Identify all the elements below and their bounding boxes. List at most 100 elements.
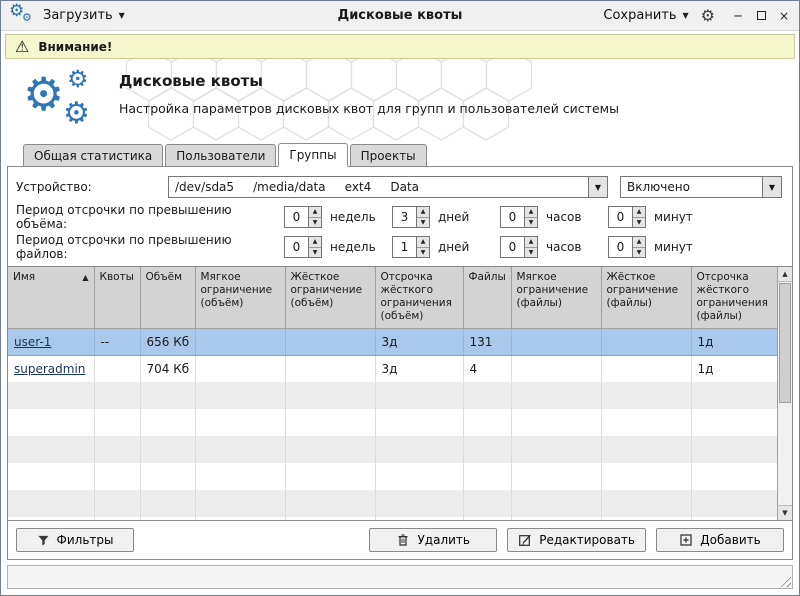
tabs: Общая статистикаПользователиГруппыПроект… xyxy=(1,143,799,167)
spinner-up-icon[interactable]: ▲ xyxy=(633,237,645,248)
spinner-down-icon[interactable]: ▼ xyxy=(525,248,537,258)
table-cell xyxy=(195,463,285,490)
scroll-up-icon[interactable]: ▲ xyxy=(778,267,792,282)
edit-button[interactable]: Редактировать xyxy=(507,528,646,552)
delete-button[interactable]: Удалить xyxy=(369,528,497,552)
table-cell xyxy=(511,436,601,463)
column-header-label: Мягкое ограничение (файлы) xyxy=(517,271,589,309)
table-cell xyxy=(511,328,601,355)
table-cell xyxy=(195,355,285,382)
spinner-up-icon[interactable]: ▲ xyxy=(633,207,645,218)
load-menu-button[interactable]: Загрузить ▼ xyxy=(43,8,125,23)
save-menu-button[interactable]: Сохранить ▼ xyxy=(603,8,688,23)
column-header-label: Объём xyxy=(146,271,183,283)
spinner-unit-label: минут xyxy=(654,240,693,254)
device-select[interactable]: /dev/sda5 /media/data ext4 Data ▼ xyxy=(168,176,608,198)
spinner-value[interactable]: 0 xyxy=(501,207,524,227)
spinner-value[interactable]: 0 xyxy=(501,237,524,257)
column-header[interactable]: Квоты xyxy=(94,267,140,328)
spinner-group-files: 0▲▼часов xyxy=(500,236,608,258)
spinner-value[interactable]: 0 xyxy=(609,237,632,257)
table-row[interactable]: user-1--656 Кб3д1311д xyxy=(8,328,779,355)
minimize-button[interactable]: ─ xyxy=(731,8,745,24)
column-header[interactable]: Отсрочка жёсткого ограничения (файлы) xyxy=(691,267,779,328)
tab-projects[interactable]: Проекты xyxy=(350,144,427,167)
filters-button[interactable]: Фильтры xyxy=(16,528,134,552)
table-row-empty xyxy=(8,409,779,436)
close-button[interactable]: × xyxy=(777,8,791,24)
warning-banner: ⚠ Внимание! xyxy=(5,34,795,59)
scroll-down-icon[interactable]: ▼ xyxy=(778,505,792,520)
table-cell xyxy=(375,382,463,409)
spinner-down-icon[interactable]: ▼ xyxy=(633,218,645,228)
chevron-down-icon[interactable]: ▼ xyxy=(588,177,607,197)
spinner-value[interactable]: 0 xyxy=(609,207,632,227)
table-cell xyxy=(375,517,463,521)
table-cell xyxy=(375,463,463,490)
settings-gear-icon[interactable]: ⚙ xyxy=(701,8,715,24)
spinner-files-недель[interactable]: 0▲▼ xyxy=(284,236,322,258)
quota-table-body: user-1--656 Кб3д1311дsuperadmin704 Кб3д4… xyxy=(8,328,779,521)
spinner-down-icon[interactable]: ▼ xyxy=(309,218,321,228)
spinner-files-часов[interactable]: 0▲▼ xyxy=(500,236,538,258)
table-cell xyxy=(601,436,691,463)
column-header[interactable]: Отсрочка жёсткого ограничения (объём) xyxy=(375,267,463,328)
spinner-volume-часов[interactable]: 0▲▼ xyxy=(500,206,538,228)
table-row[interactable]: superadmin704 Кб3д41д xyxy=(8,355,779,382)
column-header[interactable]: Файлы xyxy=(463,267,511,328)
spinner-value[interactable]: 0 xyxy=(285,237,308,257)
spinner-files-дней[interactable]: 1▲▼ xyxy=(392,236,430,258)
spinner-down-icon[interactable]: ▼ xyxy=(633,248,645,258)
table-cell: 1д xyxy=(691,328,779,355)
spinner-unit-label: дней xyxy=(438,240,469,254)
tab-users[interactable]: Пользователи xyxy=(165,144,276,167)
vertical-scrollbar[interactable]: ▲ ▼ xyxy=(777,267,792,520)
spinner-group-files: 0▲▼ минут xyxy=(608,236,716,258)
spinner-value[interactable]: 3 xyxy=(393,207,416,227)
spinner-volume-дней[interactable]: 3▲▼ xyxy=(392,206,430,228)
table-cell: 3д xyxy=(375,355,463,382)
table-cell xyxy=(140,490,195,517)
table-cell xyxy=(195,436,285,463)
table-cell xyxy=(511,490,601,517)
column-header[interactable]: Объём xyxy=(140,267,195,328)
add-button[interactable]: Добавить xyxy=(656,528,784,552)
column-header-label: Имя xyxy=(13,271,35,283)
spinner-up-icon[interactable]: ▲ xyxy=(525,237,537,248)
column-header[interactable]: Мягкое ограничение (файлы) xyxy=(511,267,601,328)
delete-button-label: Удалить xyxy=(417,533,470,547)
table-cell xyxy=(601,517,691,521)
column-header[interactable]: Имя▲ xyxy=(8,267,94,328)
column-header[interactable]: Жёсткое ограничение (объём) xyxy=(285,267,375,328)
spinner-volume-минут[interactable]: 0▲▼ xyxy=(608,206,646,228)
row-name-link[interactable]: user-1 xyxy=(14,335,51,349)
spinner-volume-недель[interactable]: 0▲▼ xyxy=(284,206,322,228)
spinner-up-icon[interactable]: ▲ xyxy=(309,237,321,248)
spinner-down-icon[interactable]: ▼ xyxy=(525,218,537,228)
maximize-button[interactable] xyxy=(754,8,768,24)
resize-grip[interactable] xyxy=(778,574,791,587)
tab-groups[interactable]: Группы xyxy=(278,143,347,167)
chevron-down-icon[interactable]: ▼ xyxy=(762,177,781,197)
spinner-value[interactable]: 1 xyxy=(393,237,416,257)
quota-status-select[interactable]: Включено ▼ xyxy=(620,176,782,198)
spinner-down-icon[interactable]: ▼ xyxy=(417,218,429,228)
column-header[interactable]: Жёсткое ограничение (файлы) xyxy=(601,267,691,328)
spinner-up-icon[interactable]: ▲ xyxy=(417,237,429,248)
table-cell: user-1 xyxy=(8,328,94,355)
spinner-files-минут[interactable]: 0▲▼ xyxy=(608,236,646,258)
spinner-down-icon[interactable]: ▼ xyxy=(309,248,321,258)
scrollbar-thumb[interactable] xyxy=(779,283,791,403)
spinner-up-icon[interactable]: ▲ xyxy=(525,207,537,218)
trash-icon xyxy=(396,533,410,547)
tab-general-stats[interactable]: Общая статистика xyxy=(23,144,163,167)
spinner-down-icon[interactable]: ▼ xyxy=(417,248,429,258)
table-cell xyxy=(511,463,601,490)
spinner-value[interactable]: 0 xyxy=(285,207,308,227)
column-header[interactable]: Мягкое ограничение (объём) xyxy=(195,267,285,328)
row-name-link[interactable]: superadmin xyxy=(14,362,85,376)
scrollbar-track[interactable] xyxy=(778,282,792,505)
table-cell xyxy=(601,382,691,409)
spinner-up-icon[interactable]: ▲ xyxy=(417,207,429,218)
spinner-up-icon[interactable]: ▲ xyxy=(309,207,321,218)
